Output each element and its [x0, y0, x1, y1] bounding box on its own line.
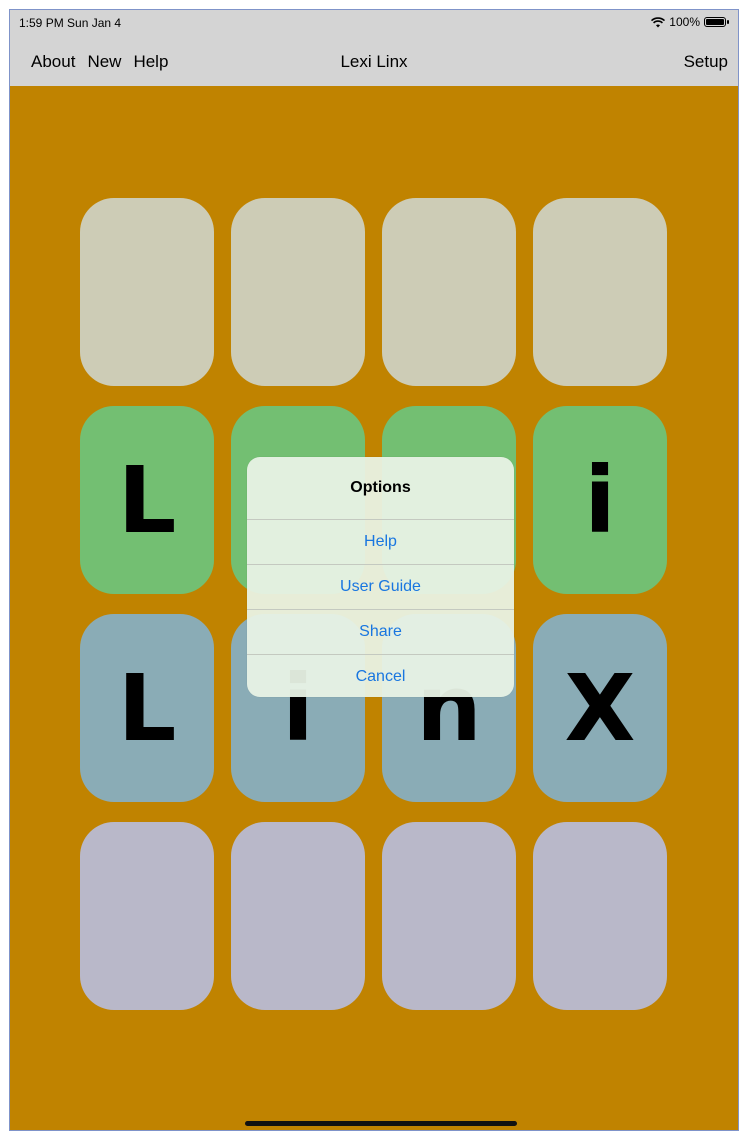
tile-r0-c3[interactable] — [533, 198, 667, 386]
navigation-bar: About New Help Lexi Linx Setup — [10, 40, 738, 86]
battery-percent: 100% — [669, 15, 700, 29]
battery-icon — [704, 17, 729, 27]
tile-r3-c3[interactable] — [533, 822, 667, 1010]
user-guide-option-button[interactable]: User Guide — [247, 565, 514, 610]
status-bar: 1:59 PM Sun Jan 4 100% — [10, 10, 738, 40]
status-time: 1:59 PM Sun Jan 4 — [19, 16, 122, 30]
tile-r2-c3[interactable]: X — [533, 614, 667, 802]
page-title: Lexi Linx — [340, 52, 408, 71]
tile-r3-c2[interactable] — [382, 822, 516, 1010]
tile-r0-c0[interactable] — [80, 198, 214, 386]
dialog-title: Options — [247, 457, 514, 520]
setup-button[interactable]: Setup — [684, 52, 728, 72]
tile-r2-c0[interactable]: L — [80, 614, 214, 802]
tile-r3-c0[interactable] — [80, 822, 214, 1010]
help-option-button[interactable]: Help — [247, 520, 514, 565]
tile-r1-c0[interactable]: L — [80, 406, 214, 594]
status-indicators: 100% — [651, 15, 729, 29]
home-indicator[interactable] — [245, 1121, 517, 1126]
tile-r3-c1[interactable] — [231, 822, 365, 1010]
tile-r0-c1[interactable] — [231, 198, 365, 386]
app-screen: 1:59 PM Sun Jan 4 100% About New Help Le… — [9, 9, 739, 1131]
share-option-button[interactable]: Share — [247, 610, 514, 655]
cancel-option-button[interactable]: Cancel — [247, 655, 514, 697]
tile-r0-c2[interactable] — [382, 198, 516, 386]
wifi-icon — [651, 16, 666, 27]
tile-r1-c3[interactable]: i — [533, 406, 667, 594]
options-dialog: Options Help User Guide Share Cancel — [247, 457, 514, 697]
